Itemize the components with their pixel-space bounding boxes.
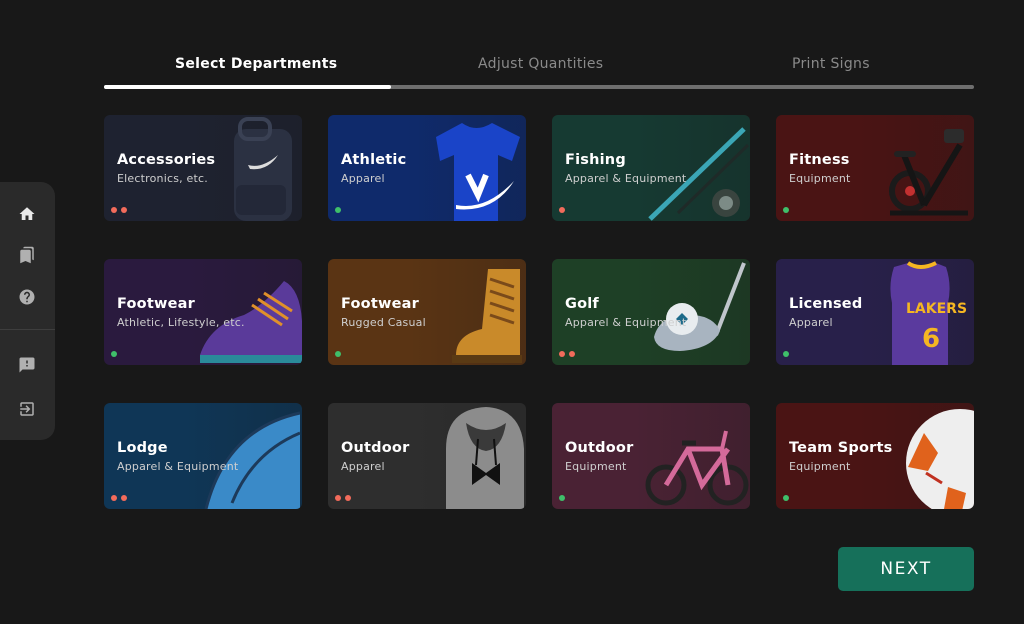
status-dot-green: [783, 495, 789, 501]
department-title: Footwear: [117, 296, 195, 312]
svg-text:LAKERS: LAKERS: [906, 301, 967, 317]
department-subtitle: Equipment: [789, 460, 851, 473]
home-icon[interactable]: [12, 199, 42, 229]
department-card[interactable]: Accessories Electronics, etc.: [104, 115, 302, 221]
status-indicators: [559, 207, 565, 213]
department-subtitle: Apparel: [341, 460, 385, 473]
department-title: Fitness: [789, 152, 850, 168]
department-card[interactable]: Footwear Rugged Casual: [328, 259, 526, 365]
logout-icon[interactable]: [12, 394, 42, 424]
feedback-icon[interactable]: [12, 350, 42, 380]
sidebar-divider: [0, 329, 55, 330]
status-indicators: [783, 495, 789, 501]
department-card[interactable]: Fishing Apparel & Equipment: [552, 115, 750, 221]
status-dot-red: [335, 495, 341, 501]
department-title: Outdoor: [341, 440, 410, 456]
department-title: Accessories: [117, 152, 216, 168]
step-adjust-quantities[interactable]: Adjust Quantities: [478, 56, 603, 72]
department-card[interactable]: Athletic Apparel: [328, 115, 526, 221]
department-title: Lodge: [117, 440, 168, 456]
status-indicators: [111, 207, 127, 213]
status-indicators: [111, 495, 127, 501]
department-title: Footwear: [341, 296, 419, 312]
department-card[interactable]: Footwear Athletic, Lifestyle, etc.: [104, 259, 302, 365]
department-title: Golf: [565, 296, 599, 312]
status-dot-green: [559, 495, 565, 501]
department-title: Licensed: [789, 296, 863, 312]
status-dot-red: [121, 495, 127, 501]
department-subtitle: Equipment: [565, 460, 627, 473]
department-title: Fishing: [565, 152, 626, 168]
status-dot-green: [335, 351, 341, 357]
department-title: Outdoor: [565, 440, 634, 456]
status-indicators: [559, 351, 575, 357]
status-indicators: [111, 351, 117, 357]
department-subtitle: Rugged Casual: [341, 316, 426, 329]
status-indicators: [335, 351, 341, 357]
department-title: Team Sports: [789, 440, 893, 456]
status-dot-red: [345, 495, 351, 501]
department-subtitle: Athletic, Lifestyle, etc.: [117, 316, 245, 329]
next-button[interactable]: NEXT: [838, 547, 974, 591]
department-card[interactable]: Golf Apparel & Equipment: [552, 259, 750, 365]
status-dot-green: [335, 207, 341, 213]
svg-text:6: 6: [922, 324, 940, 354]
department-subtitle: Apparel: [789, 316, 833, 329]
status-indicators: [783, 351, 789, 357]
step-print-signs[interactable]: Print Signs: [792, 56, 870, 72]
progress-stepper: Select Departments Adjust Quantities Pri…: [104, 56, 974, 92]
department-card[interactable]: Fitness Equipment: [776, 115, 974, 221]
sidebar: [0, 182, 55, 440]
department-title: Athletic: [341, 152, 407, 168]
step-select-departments[interactable]: Select Departments: [175, 56, 337, 72]
progress-fill: [104, 85, 392, 89]
department-card[interactable]: Team Sports Equipment: [776, 403, 974, 509]
status-indicators: [335, 207, 341, 213]
status-dot-green: [783, 351, 789, 357]
status-dot-green: [783, 207, 789, 213]
status-indicators: [559, 495, 565, 501]
status-dot-red: [111, 495, 117, 501]
department-subtitle: Equipment: [789, 172, 851, 185]
bookmarks-icon[interactable]: [12, 240, 42, 270]
department-card[interactable]: Outdoor Equipment: [552, 403, 750, 509]
status-dot-red: [559, 351, 565, 357]
status-dot-red: [111, 207, 117, 213]
department-card[interactable]: Lodge Apparel & Equipment: [104, 403, 302, 509]
status-dot-red: [121, 207, 127, 213]
status-dot-red: [569, 351, 575, 357]
status-dot-red: [559, 207, 565, 213]
department-subtitle: Electronics, etc.: [117, 172, 208, 185]
department-card[interactable]: Outdoor Apparel: [328, 403, 526, 509]
status-indicators: [783, 207, 789, 213]
status-dot-green: [111, 351, 117, 357]
department-subtitle: Apparel: [341, 172, 385, 185]
progress-track: [104, 85, 974, 89]
department-subtitle: Apparel & Equipment: [565, 316, 687, 329]
department-subtitle: Apparel & Equipment: [565, 172, 687, 185]
help-icon[interactable]: [12, 282, 42, 312]
status-indicators: [335, 495, 351, 501]
department-subtitle: Apparel & Equipment: [117, 460, 239, 473]
department-card[interactable]: LAKERS 6 Licensed Apparel: [776, 259, 974, 365]
